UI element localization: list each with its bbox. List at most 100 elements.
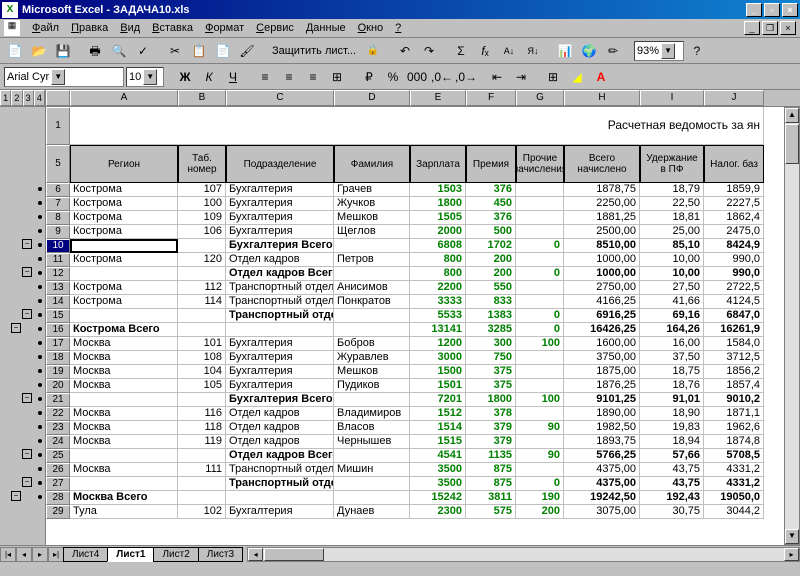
cell[interactable]: Журавлев [334, 351, 410, 365]
borders-button[interactable]: ⊞ [542, 66, 564, 88]
cell[interactable]: 18,75 [640, 365, 704, 379]
doc-close-button[interactable]: × [780, 21, 796, 35]
cell[interactable]: 6916,25 [564, 309, 640, 323]
cell[interactable]: 1962,6 [704, 421, 764, 435]
cell[interactable]: 990,0 [704, 267, 764, 281]
cell[interactable]: 18,76 [640, 379, 704, 393]
scroll-right-button[interactable]: ▸ [784, 548, 799, 561]
cell[interactable] [516, 211, 564, 225]
cell[interactable]: 5766,25 [564, 449, 640, 463]
cell[interactable]: Бухгалтерия [226, 197, 334, 211]
cell[interactable]: 4331,2 [704, 477, 764, 491]
cell[interactable]: Понкратов [334, 295, 410, 309]
col-header-J[interactable]: J [704, 90, 764, 106]
menu-Окно[interactable]: Окно [352, 20, 390, 36]
cell[interactable]: 1893,75 [564, 435, 640, 449]
row-header-1[interactable]: 1 [46, 107, 70, 145]
outline-collapse-button[interactable]: − [22, 477, 32, 487]
cell[interactable]: Мешков [334, 365, 410, 379]
cell[interactable]: 108 [178, 351, 226, 365]
cell[interactable] [516, 281, 564, 295]
cell[interactable]: 19050,0 [704, 491, 764, 505]
row-header-19[interactable]: 19 [46, 365, 70, 379]
cell[interactable]: Кострома [70, 211, 178, 225]
cell[interactable]: 7201 [410, 393, 466, 407]
menu-?[interactable]: ? [389, 20, 407, 36]
minimize-button[interactable]: _ [746, 3, 762, 17]
cell[interactable]: 0 [516, 309, 564, 323]
cell[interactable]: Власов [334, 421, 410, 435]
tab-next-button[interactable]: ▸ [32, 547, 48, 562]
header-cell[interactable]: Регион [70, 145, 178, 183]
cell[interactable]: 15242 [410, 491, 466, 505]
cell[interactable]: 118 [178, 421, 226, 435]
lock-icon[interactable]: 🔒 [362, 40, 384, 62]
cell[interactable]: 1859,9 [704, 183, 764, 197]
cell[interactable]: Бухгалтерия [226, 379, 334, 393]
cell[interactable] [334, 491, 410, 505]
cell[interactable]: 379 [466, 435, 516, 449]
cell[interactable] [516, 435, 564, 449]
cell[interactable]: 107 [178, 183, 226, 197]
row-header-8[interactable]: 8 [46, 211, 70, 225]
cell[interactable]: 3044,2 [704, 505, 764, 519]
cell[interactable]: 1874,8 [704, 435, 764, 449]
header-cell[interactable]: Налог. баз [704, 145, 764, 183]
cell[interactable]: 106 [178, 225, 226, 239]
cell[interactable] [334, 309, 410, 323]
cell[interactable]: 1878,75 [564, 183, 640, 197]
align-left-button[interactable]: ≡ [254, 66, 276, 88]
cell[interactable]: 378 [466, 407, 516, 421]
col-header-I[interactable]: I [640, 90, 704, 106]
cell[interactable]: 112 [178, 281, 226, 295]
row-header-13[interactable]: 13 [46, 281, 70, 295]
align-center-button[interactable]: ≡ [278, 66, 300, 88]
cell[interactable]: 2000 [410, 225, 466, 239]
cell[interactable]: 8424,9 [704, 239, 764, 253]
sheet-tab-Лист1[interactable]: Лист1 [107, 547, 154, 562]
cell[interactable] [178, 267, 226, 281]
doc-restore-button[interactable]: ❐ [762, 21, 778, 35]
map-button[interactable]: 🌍 [578, 40, 600, 62]
protect-sheet-menu[interactable]: Защитить лист... [268, 45, 360, 57]
cell[interactable]: 450 [466, 197, 516, 211]
tab-prev-button[interactable]: ◂ [16, 547, 32, 562]
menu-Вставка[interactable]: Вставка [146, 20, 199, 36]
outline-level-2[interactable]: 2 [11, 90, 22, 106]
cell[interactable]: 1856,2 [704, 365, 764, 379]
cell[interactable]: 379 [466, 421, 516, 435]
cell[interactable]: 16426,25 [564, 323, 640, 337]
cell[interactable] [178, 491, 226, 505]
chevron-down-icon[interactable]: ▼ [143, 69, 157, 85]
cell[interactable] [178, 449, 226, 463]
cell[interactable] [516, 225, 564, 239]
cell[interactable]: Москва [70, 379, 178, 393]
cell[interactable]: 0 [516, 267, 564, 281]
cell[interactable]: 18,81 [640, 211, 704, 225]
chart-button[interactable]: 📊 [554, 40, 576, 62]
cell[interactable]: Бухгалтерия [226, 211, 334, 225]
header-cell[interactable]: Прочие начисления [516, 145, 564, 183]
close-button[interactable]: × [782, 3, 798, 17]
header-cell[interactable]: Всего начислено [564, 145, 640, 183]
row-header-10[interactable]: 10 [46, 239, 70, 253]
outline-collapse-button[interactable]: − [22, 449, 32, 459]
cell[interactable]: 6808 [410, 239, 466, 253]
row-header-5[interactable]: 5 [46, 145, 70, 183]
maximize-button[interactable]: ▫ [764, 3, 780, 17]
cell[interactable]: Москва [70, 407, 178, 421]
font-name-combo[interactable]: Arial Cyr▼ [4, 67, 124, 87]
cell[interactable]: Петров [334, 253, 410, 267]
cell[interactable]: 3500 [410, 477, 466, 491]
chevron-down-icon[interactable]: ▼ [661, 43, 675, 59]
outline-collapse-button[interactable]: − [11, 323, 21, 333]
row-header-7[interactable]: 7 [46, 197, 70, 211]
menu-Данные[interactable]: Данные [300, 20, 352, 36]
scroll-up-button[interactable]: ▲ [785, 108, 799, 123]
decrease-indent-button[interactable]: ⇤ [486, 66, 508, 88]
cell[interactable]: Бухгалтерия [226, 505, 334, 519]
cut-button[interactable]: ✂ [164, 40, 186, 62]
cell[interactable]: 1135 [466, 449, 516, 463]
cell[interactable]: 2300 [410, 505, 466, 519]
cell[interactable]: 111 [178, 463, 226, 477]
